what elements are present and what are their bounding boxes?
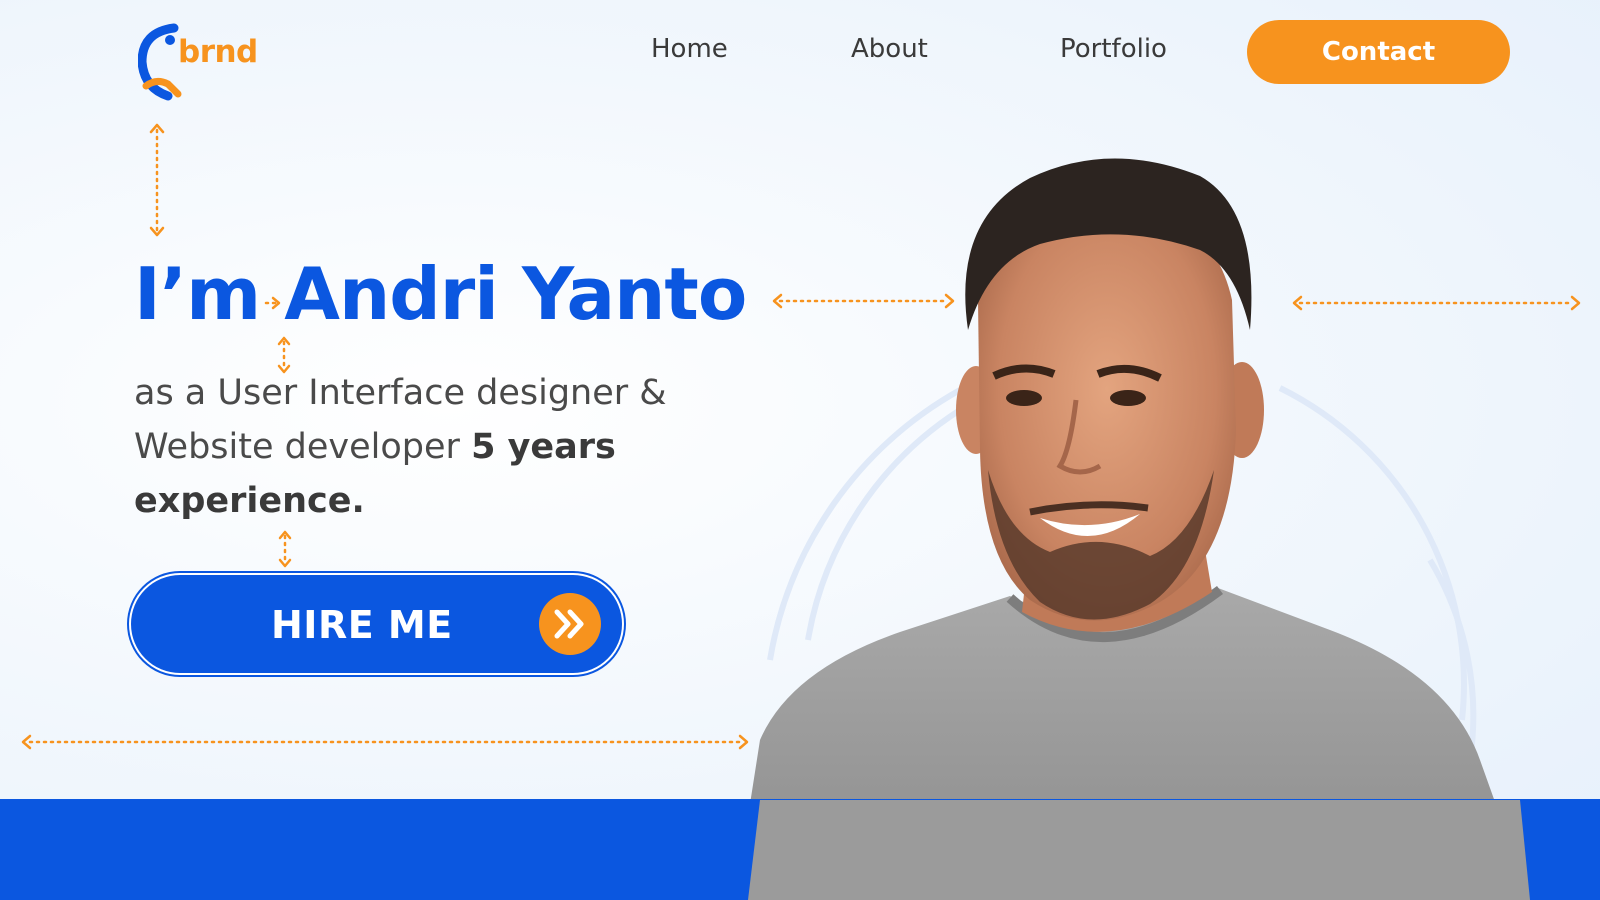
landing-page: brnd Home About Portfolio Contact I’m An… <box>0 0 1600 900</box>
spacing-guides <box>21 123 1581 750</box>
